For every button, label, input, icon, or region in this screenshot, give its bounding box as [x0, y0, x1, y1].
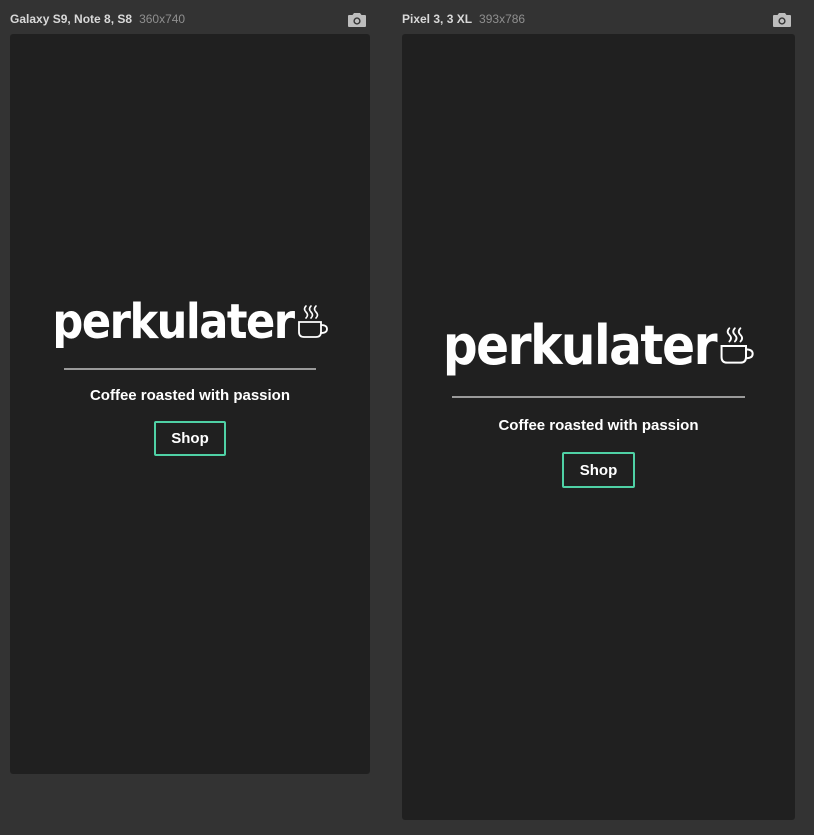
coffee-cup-icon [720, 327, 754, 364]
camera-icon[interactable] [772, 10, 792, 28]
logo[interactable]: perkulater [443, 319, 754, 373]
hero-section: perkulater Coffee roasted with passion S… [402, 319, 795, 488]
tagline: Coffee roasted with passion [498, 417, 699, 434]
device-name: Pixel 3, 3 XL [402, 12, 473, 26]
divider [64, 368, 316, 370]
shop-button[interactable]: Shop [154, 421, 226, 456]
logo[interactable]: perkulater [52, 294, 328, 350]
hero-section: perkulater Coffee roasted with passion S… [10, 298, 370, 456]
divider [452, 396, 745, 398]
device-viewport: perkulater Coffee roasted with passion S… [10, 34, 370, 774]
device-name: Galaxy S9, Note 8, S8 [10, 12, 133, 26]
shop-button[interactable]: Shop [562, 452, 635, 488]
device-dimensions: 393x786 [479, 12, 526, 26]
device-header: Pixel 3, 3 XL 393x786 [402, 10, 525, 28]
logo-text: perkulater [442, 314, 718, 377]
device-header: Galaxy S9, Note 8, S8 360x740 [10, 10, 185, 28]
tagline: Coffee roasted with passion [89, 387, 291, 404]
logo-text: perkulater [52, 294, 295, 350]
coffee-cup-icon [297, 305, 328, 338]
device-viewport: perkulater Coffee roasted with passion S… [402, 34, 795, 820]
device-dimensions: 360x740 [139, 12, 186, 26]
camera-icon[interactable] [347, 10, 367, 28]
